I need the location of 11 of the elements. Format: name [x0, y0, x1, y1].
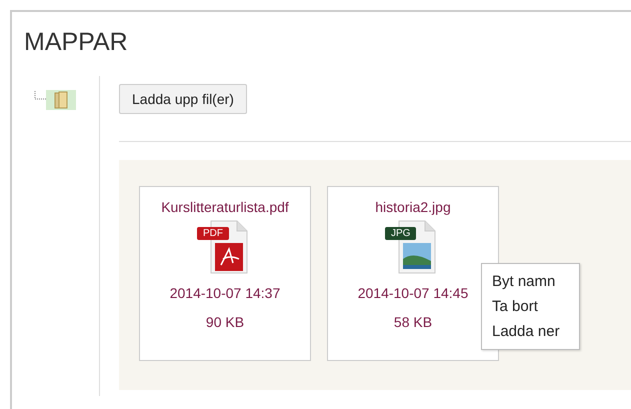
file-size: 90 KB [206, 314, 244, 330]
tree-connector-icon [34, 91, 46, 101]
upload-button[interactable]: Ladda upp fil(er) [119, 84, 247, 114]
file-name[interactable]: Kurslitteraturlista.pdf [161, 199, 289, 215]
file-size: 58 KB [394, 314, 432, 330]
page-title: MAPPAR [23, 27, 129, 58]
folder-icon[interactable] [46, 90, 76, 110]
file-card[interactable]: Kurslitteraturlista.pdf PDF 2014-10-07 14:37 90 KB [139, 186, 311, 361]
file-date: 2014-10-07 14:45 [358, 285, 468, 301]
file-name[interactable]: historia2.jpg [375, 199, 451, 215]
file-date: 2014-10-07 14:37 [170, 285, 280, 301]
